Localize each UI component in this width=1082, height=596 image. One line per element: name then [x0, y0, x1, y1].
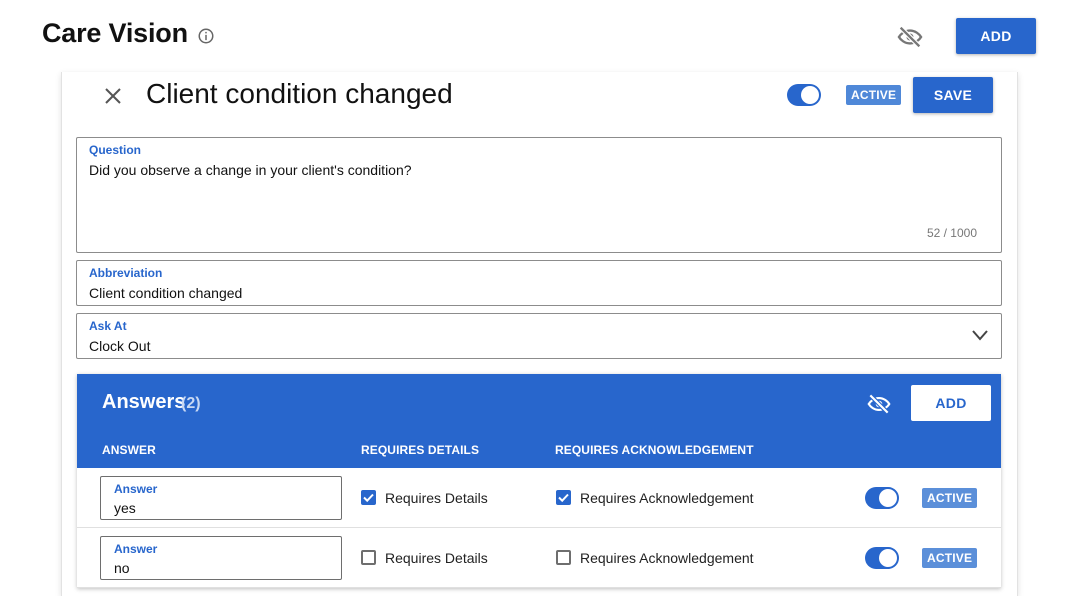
app-header: Care Vision ADD	[0, 0, 1082, 72]
answers-section: Answers (2) ADD ANSWER REQUIRES DETAILS …	[77, 374, 1001, 588]
ask-at-value: Clock Out	[89, 338, 151, 354]
answer-value[interactable]: yes	[114, 500, 136, 516]
toggle-knob	[879, 549, 897, 567]
answer-status-badge: ACTIVE	[922, 548, 978, 568]
abbreviation-label: Abbreviation	[89, 266, 163, 280]
answer-value[interactable]: no	[114, 560, 130, 576]
question-value[interactable]: Did you observe a change in your client'…	[89, 162, 412, 178]
info-icon[interactable]	[197, 27, 215, 45]
answer-status-badge: ACTIVE	[922, 488, 978, 508]
answers-header: Answers (2) ADD ANSWER REQUIRES DETAILS …	[77, 374, 1001, 468]
column-header-requires-details: REQUIRES DETAILS	[361, 443, 480, 457]
abbreviation-value[interactable]: Client condition changed	[89, 285, 242, 301]
question-label: Question	[89, 143, 142, 157]
answer-row: Answer no Requires Details Requires Ackn…	[77, 528, 1001, 588]
answer-field[interactable]: Answer yes	[100, 476, 342, 520]
requires-details-label: Requires Details	[385, 490, 488, 506]
answer-active-toggle[interactable]	[865, 487, 899, 509]
requires-details-label: Requires Details	[385, 550, 488, 566]
active-toggle[interactable]	[787, 84, 821, 106]
app-title: Care Vision	[42, 18, 188, 48]
requires-acknowledgement-checkbox[interactable]	[556, 550, 571, 565]
eye-off-icon[interactable]	[866, 391, 892, 417]
requires-details-checkbox[interactable]	[361, 550, 376, 565]
requires-acknowledgement-checkbox[interactable]	[556, 490, 571, 505]
chevron-down-icon[interactable]	[971, 328, 989, 342]
add-question-button[interactable]: ADD	[956, 18, 1036, 54]
requires-details-checkbox[interactable]	[361, 490, 376, 505]
character-counter: 52 / 1000	[926, 226, 977, 240]
ask-at-label: Ask At	[89, 319, 127, 333]
close-icon[interactable]	[103, 86, 123, 106]
answer-row: Answer yes Requires Details Requires Ack…	[77, 468, 1001, 528]
status-badge: ACTIVE	[846, 85, 902, 105]
question-title: Client condition changed	[146, 78, 453, 109]
answer-field-label: Answer	[114, 542, 158, 556]
toggle-knob	[801, 86, 819, 104]
answer-field-label: Answer	[114, 482, 158, 496]
answers-count: (2)	[181, 395, 201, 412]
abbreviation-field[interactable]: Abbreviation Client condition changed	[76, 260, 1002, 306]
answer-active-toggle[interactable]	[865, 547, 899, 569]
ask-at-select[interactable]: Ask At Clock Out	[76, 313, 1002, 359]
requires-acknowledgement-label: Requires Acknowledgement	[580, 490, 754, 506]
toggle-knob	[879, 489, 897, 507]
eye-off-icon[interactable]	[896, 23, 924, 51]
column-header-answer: ANSWER	[102, 443, 156, 457]
answer-field[interactable]: Answer no	[100, 536, 342, 580]
add-answer-button[interactable]: ADD	[911, 385, 991, 421]
requires-acknowledgement-label: Requires Acknowledgement	[580, 550, 754, 566]
question-field[interactable]: Question Did you observe a change in you…	[76, 137, 1002, 253]
column-header-requires-acknowledgement: REQUIRES ACKNOWLEDGEMENT	[555, 443, 754, 457]
save-button[interactable]: SAVE	[913, 77, 993, 113]
answers-title: Answers	[102, 391, 186, 413]
